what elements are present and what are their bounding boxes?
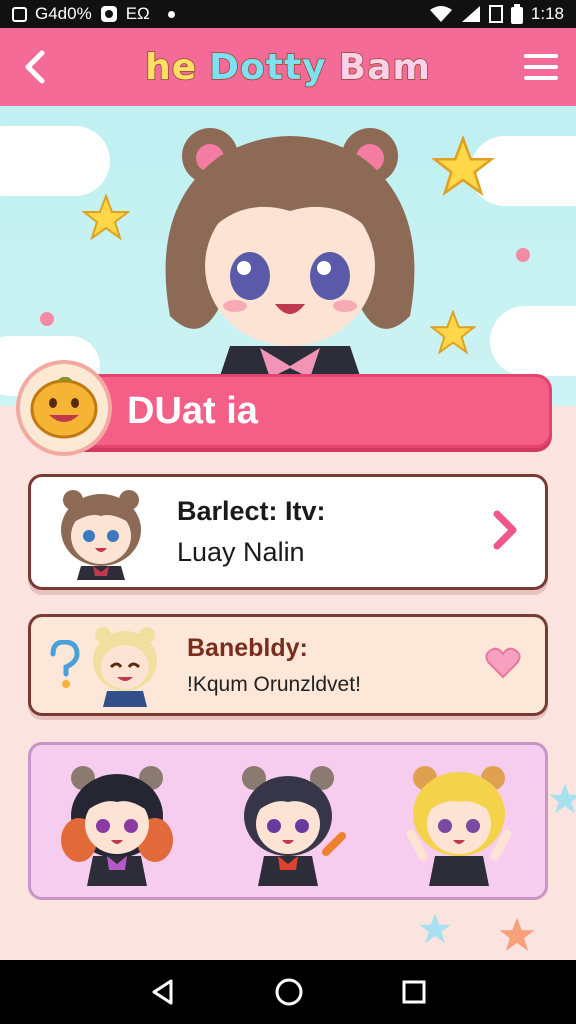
status-left-text: G4d0% xyxy=(35,4,92,23)
star-icon xyxy=(82,194,130,241)
hamburger-icon xyxy=(524,54,558,80)
smiley-icon xyxy=(30,377,98,439)
favorite-button[interactable] xyxy=(485,647,521,683)
recents-nav-icon[interactable] xyxy=(401,979,427,1005)
character-thumbnail[interactable] xyxy=(399,756,519,886)
battery-icon xyxy=(510,4,523,24)
signal-icon xyxy=(461,6,480,22)
status-time: 1:18 xyxy=(530,4,564,23)
profile-name: DUat ia xyxy=(127,389,258,432)
question-icon xyxy=(50,640,80,688)
star-icon xyxy=(499,917,535,951)
status-bar: G4d0% EΩ 1:18 xyxy=(0,0,576,28)
star-icon xyxy=(549,783,576,814)
card-value: !Kqum Orunzldvet! xyxy=(187,672,361,696)
wifi-icon xyxy=(429,6,452,22)
sparkle-dot xyxy=(516,248,530,262)
home-nav-icon[interactable] xyxy=(274,977,304,1007)
character-thumbnail[interactable] xyxy=(228,756,348,886)
cloud-shape xyxy=(490,306,576,376)
detail-card[interactable]: Barlect: Itv: Luay Nalin xyxy=(28,474,548,590)
notification-icon xyxy=(12,6,27,22)
dot-icon xyxy=(167,10,175,18)
heart-icon xyxy=(485,647,521,679)
character-gallery xyxy=(28,742,548,900)
title-word-1: he xyxy=(144,46,198,89)
app-notification-icon xyxy=(100,6,117,22)
menu-button[interactable] xyxy=(506,28,576,106)
status-left-text2: EΩ xyxy=(125,4,150,23)
chevron-right-button[interactable] xyxy=(491,509,519,555)
character-thumbnail xyxy=(93,627,157,707)
card-label: Barlect: Itv: xyxy=(177,496,326,526)
detail-text: Barlect: Itv: Luay Nalin xyxy=(177,496,326,568)
profile-badge[interactable] xyxy=(16,360,112,456)
character-avatar xyxy=(165,128,415,406)
card-label: Banebldy: xyxy=(187,633,308,662)
app-bar: he Dotty Bam xyxy=(0,28,576,106)
system-nav-bar xyxy=(0,960,576,1024)
back-nav-icon[interactable] xyxy=(149,978,177,1006)
character-thumbnail xyxy=(61,490,141,580)
page-title: he Dotty Bam xyxy=(70,46,506,89)
cloud-shape xyxy=(0,126,110,196)
character-thumbnail[interactable] xyxy=(57,756,177,886)
detail-text: Banebldy: !Kqum Orunzldvet! xyxy=(187,634,361,697)
title-word-3: Bam xyxy=(338,46,431,89)
sparkle-dot xyxy=(40,312,54,326)
hero-banner xyxy=(0,106,576,406)
chevron-left-icon xyxy=(25,50,45,84)
chevron-right-icon xyxy=(493,510,517,550)
sim-icon xyxy=(488,5,503,23)
back-button[interactable] xyxy=(0,28,70,106)
detail-card[interactable]: Banebldy: !Kqum Orunzldvet! xyxy=(28,614,548,716)
card-value: Luay Nalin xyxy=(177,537,305,567)
star-icon xyxy=(432,136,494,197)
profile-name-banner: DUat ia xyxy=(60,374,552,448)
star-icon xyxy=(419,913,451,944)
title-word-2: Dotty xyxy=(208,46,327,89)
